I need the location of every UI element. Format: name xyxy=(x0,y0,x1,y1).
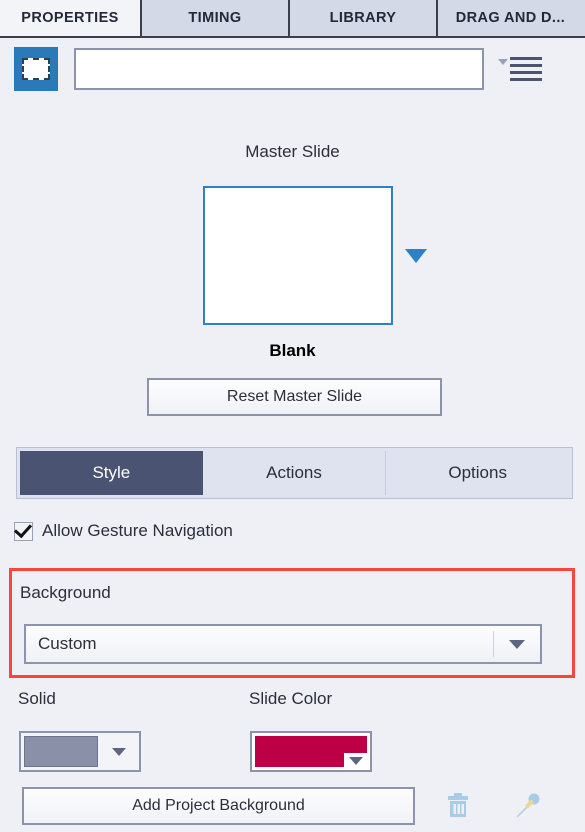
tab-style[interactable]: Style xyxy=(20,451,203,495)
tab-properties[interactable]: PROPERTIES xyxy=(0,0,142,36)
checkmark-icon xyxy=(13,519,33,538)
allow-gesture-navigation-label: Allow Gesture Navigation xyxy=(42,521,233,540)
tab-library[interactable]: LIBRARY xyxy=(290,0,438,36)
chevron-down-icon xyxy=(349,756,363,765)
tab-timing[interactable]: TIMING xyxy=(142,0,290,36)
slide-thumbnail-inner xyxy=(22,58,50,80)
background-section-label: Background xyxy=(20,583,111,602)
allow-gesture-navigation-row[interactable]: Allow Gesture Navigation xyxy=(13,519,233,541)
eyedropper-pencil-icon[interactable] xyxy=(510,789,544,823)
tab-actions[interactable]: Actions xyxy=(202,451,387,495)
menu-bars xyxy=(510,57,542,85)
slide-color-arrow xyxy=(344,753,368,768)
style-actions-options-tabs: Style Actions Options xyxy=(16,447,573,499)
chevron-down-icon xyxy=(509,639,525,649)
trash-icon[interactable] xyxy=(441,789,475,823)
chevron-down-icon xyxy=(498,59,508,65)
slide-color-label: Slide Color xyxy=(249,689,333,708)
background-select-arrow xyxy=(494,639,540,649)
tab-options[interactable]: Options xyxy=(386,451,570,495)
allow-gesture-navigation-checkbox[interactable] xyxy=(13,519,33,541)
master-slide-label: Master Slide xyxy=(245,142,340,161)
solid-label: Solid xyxy=(18,689,56,708)
reset-master-slide-button[interactable]: Reset Master Slide xyxy=(147,378,442,416)
add-project-background-button[interactable]: Add Project Background xyxy=(22,787,415,825)
solid-color-chip xyxy=(24,736,98,767)
solid-color-arrow xyxy=(98,747,139,756)
background-select[interactable]: Custom xyxy=(24,624,542,664)
master-slide-thumbnail[interactable] xyxy=(203,186,393,325)
top-tab-bar: PROPERTIES TIMING LIBRARY DRAG AND D... xyxy=(0,0,585,38)
chevron-down-icon xyxy=(111,747,126,756)
master-slide-dropdown-icon[interactable] xyxy=(405,249,427,263)
background-select-value: Custom xyxy=(38,634,97,653)
master-slide-name: Blank xyxy=(269,341,316,360)
slide-thumbnail-icon[interactable] xyxy=(14,47,58,91)
slide-name-input[interactable] xyxy=(74,48,484,90)
slide-color-picker[interactable] xyxy=(250,731,372,772)
hamburger-menu-icon[interactable] xyxy=(498,52,544,86)
tab-drag-and-drop[interactable]: DRAG AND D... xyxy=(438,0,583,36)
solid-color-picker[interactable] xyxy=(19,731,141,772)
slide-name-row xyxy=(0,40,585,98)
